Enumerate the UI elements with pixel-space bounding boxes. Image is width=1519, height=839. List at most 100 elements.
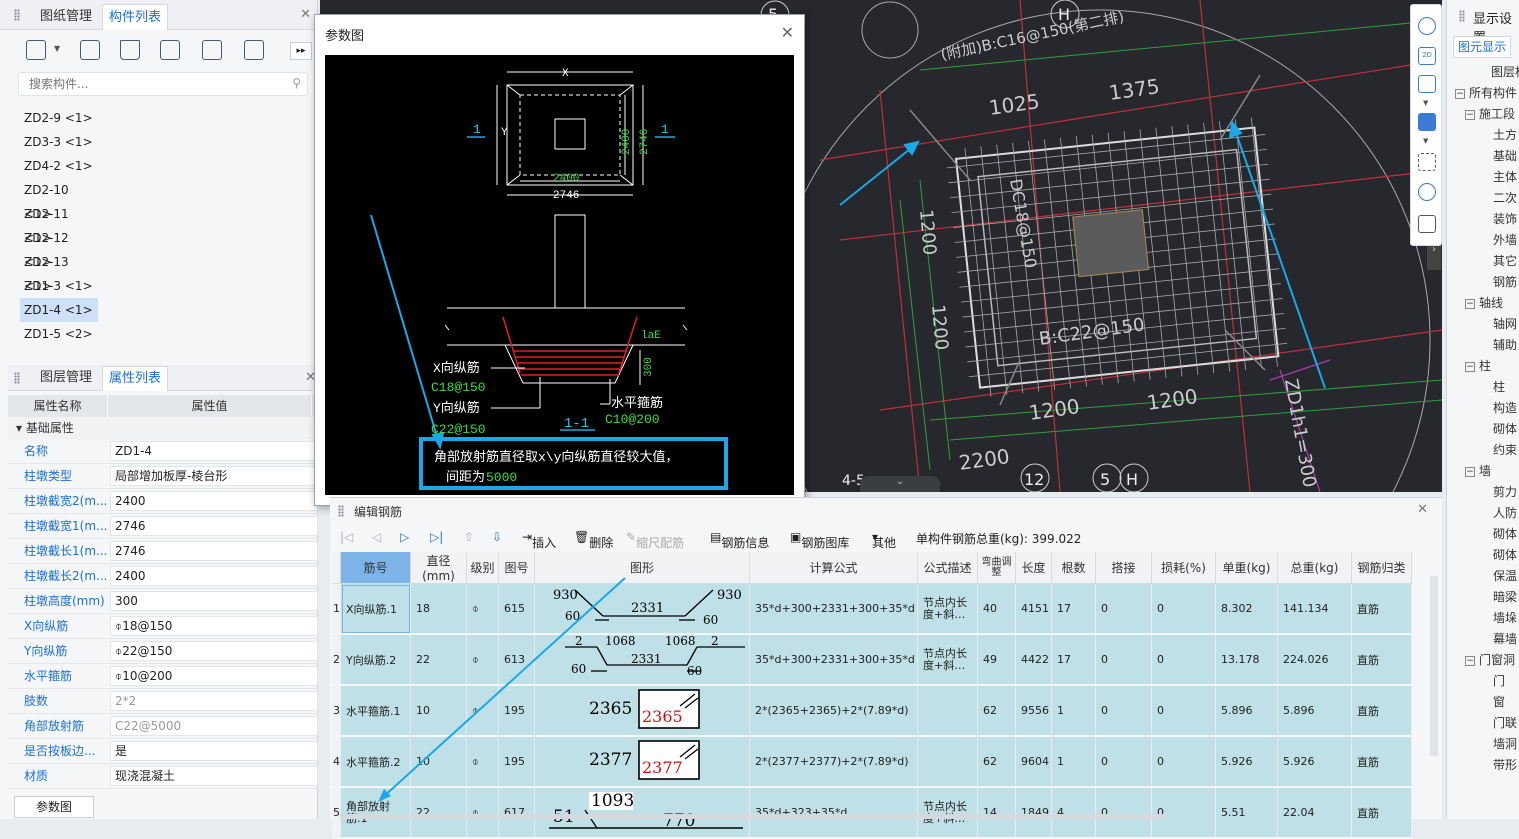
property-value-field[interactable]: C22@5000 [110, 716, 318, 736]
collapse-icon[interactable]: − [1465, 466, 1475, 477]
save-icon[interactable] [202, 40, 222, 60]
collapse-icon[interactable]: − [1465, 655, 1475, 666]
tree-group[interactable]: − 施工段 [1465, 104, 1515, 125]
tab-parameter-diagram[interactable]: 参数图 [14, 796, 94, 818]
tree-group[interactable]: − 柱 [1465, 356, 1491, 377]
cell-lap[interactable]: 0 [1095, 583, 1152, 635]
horizontal-scrollbar[interactable] [340, 814, 1166, 819]
cell-lap[interactable]: 0 [1095, 736, 1152, 788]
tab-drawing-management[interactable]: 图纸管理 [34, 4, 98, 30]
rebar-info-button[interactable]: ▤ 钢筋信息 [710, 530, 769, 550]
cell-count[interactable]: 1 [1051, 685, 1096, 737]
list-item[interactable]: ZD4-2 <1> [20, 154, 98, 178]
list-item[interactable]: ZD2-10 <1> [20, 178, 98, 221]
tree-item[interactable]: 基础 [1493, 146, 1517, 167]
copy-to-floor-icon[interactable] [160, 40, 180, 60]
cell-bend[interactable]: 49 [977, 634, 1016, 686]
list-item[interactable]: ZD3-3 <1> [20, 130, 98, 154]
new-component-icon[interactable] [26, 40, 46, 60]
tree-item[interactable]: 墙洞 [1493, 734, 1517, 755]
cell-lap[interactable]: 0 [1095, 787, 1152, 839]
property-value-field[interactable]: ⌽18@150 [110, 616, 318, 636]
last-record-icon[interactable]: ▷| [430, 530, 443, 544]
cell-cat[interactable]: 直筋 [1351, 685, 1412, 737]
tree-item[interactable]: 暗梁 [1493, 587, 1517, 608]
collapse-icon[interactable]: − [1455, 88, 1465, 99]
dropdown-arrow-icon[interactable]: ▼ [1423, 99, 1428, 107]
cell-unit[interactable]: 8.302 [1215, 583, 1278, 635]
cell-lap[interactable]: 0 [1095, 634, 1152, 686]
cell-desc[interactable]: 节点内长度+斜… [917, 583, 978, 635]
cell-bend[interactable]: 62 [977, 685, 1016, 737]
row-index[interactable]: 1 [332, 583, 341, 635]
close-icon[interactable]: ✕ [300, 7, 311, 22]
other-menu[interactable]: 其他 ▾ [872, 530, 896, 550]
tree-item[interactable]: 柱 [1493, 377, 1505, 398]
cell-len[interactable]: 9556 [1015, 685, 1052, 737]
drag-handle-icon[interactable] [14, 372, 20, 384]
insert-button[interactable]: ⇥ 插入 [522, 530, 556, 550]
prev-record-icon[interactable]: ◁ [372, 530, 381, 544]
vertical-scrollbar[interactable] [1430, 576, 1438, 756]
cell-desc[interactable] [917, 736, 978, 788]
close-icon[interactable]: ✕ [1417, 502, 1428, 517]
collapse-icon[interactable]: − [1465, 109, 1475, 120]
property-value-field[interactable]: 300 [110, 591, 318, 611]
property-value-field[interactable]: 2746 [110, 516, 318, 536]
cell-desc[interactable]: 节点内长度+斜… [917, 634, 978, 686]
collapse-icon[interactable]: − [1465, 298, 1475, 309]
property-value-field[interactable]: 2746 [110, 541, 318, 561]
list-item-selected[interactable]: ZD1-4 <1> [20, 298, 98, 322]
fit-view-icon[interactable] [1418, 153, 1436, 171]
cell-total[interactable]: 5.896 [1277, 685, 1352, 737]
cell-count[interactable]: 4 [1051, 787, 1096, 839]
iso-view-icon[interactable] [1418, 113, 1436, 131]
column-header[interactable]: 总重(kg) [1277, 552, 1352, 584]
tree-item[interactable]: 门 [1493, 671, 1505, 692]
list-item[interactable]: ZD2-12 <1> [20, 226, 98, 269]
property-section[interactable]: ▾ 基础属性 [8, 417, 318, 439]
search-input[interactable] [19, 73, 269, 95]
cell-cat[interactable]: 直筋 [1351, 787, 1412, 839]
delete-component-icon[interactable] [120, 40, 140, 60]
cell-bend[interactable]: 40 [977, 583, 1016, 635]
list-item[interactable]: ZD1-5 <2> [20, 322, 98, 346]
tree-item[interactable]: 辅助 [1493, 335, 1517, 356]
drag-handle-icon[interactable] [14, 9, 20, 21]
dropdown-arrow-icon[interactable]: ▼ [54, 44, 60, 53]
first-record-icon[interactable]: |◁ [340, 530, 353, 544]
tab-element-display[interactable]: 图元显示 [1453, 36, 1512, 58]
tree-item[interactable]: 外墙 [1493, 230, 1517, 251]
cell-len[interactable]: 4422 [1015, 634, 1052, 686]
tree-group[interactable]: − 轴线 [1465, 293, 1503, 314]
cell-total[interactable]: 5.926 [1277, 736, 1352, 788]
cell-formula[interactable]: 2*(2365+2365)+2*(7.89*d) [749, 685, 918, 737]
tree-item[interactable]: 二次 [1493, 188, 1517, 209]
tree-item[interactable]: 幕墙 [1493, 629, 1517, 650]
property-value-field[interactable]: ⌽10@200 [110, 666, 318, 686]
scale-rebar-button[interactable]: ✎ 缩尺配筋 [626, 530, 684, 550]
tree-item[interactable]: 装饰 [1493, 209, 1517, 230]
property-value-field[interactable]: 2400 [110, 566, 318, 586]
cell-desc[interactable]: 节点内长度+斜… [917, 787, 978, 839]
list-item[interactable]: ZD2-11 <1> [20, 202, 98, 245]
list-item[interactable]: ZD2-9 <1> [20, 106, 98, 130]
cell-count[interactable]: 17 [1051, 583, 1096, 635]
cell-formula[interactable]: 35*d+323+35*d [749, 787, 918, 839]
tree-item[interactable]: 其它 [1493, 251, 1517, 272]
cell-total[interactable]: 141.134 [1277, 583, 1352, 635]
tree-item[interactable]: 土方 [1493, 125, 1517, 146]
row-index[interactable]: 2 [332, 634, 341, 686]
collapse-icon[interactable]: − [1465, 361, 1475, 372]
tree-group[interactable]: − 墙 [1465, 461, 1491, 482]
cell-loss[interactable]: 0 [1151, 685, 1216, 737]
cell-total[interactable]: 224.026 [1277, 634, 1352, 686]
display-mode-icon[interactable] [1418, 183, 1436, 201]
tree-item[interactable]: 人防 [1493, 503, 1517, 524]
tree-item[interactable]: 墙垛 [1493, 608, 1517, 629]
cell-count[interactable]: 17 [1051, 634, 1096, 686]
dropdown-arrow-icon[interactable]: ▼ [1423, 137, 1428, 145]
move-down-icon[interactable]: ⇩ [492, 530, 502, 544]
list-item[interactable]: ZD2-13 <1> [20, 250, 98, 293]
tree-item[interactable]: 保温 [1493, 566, 1517, 587]
